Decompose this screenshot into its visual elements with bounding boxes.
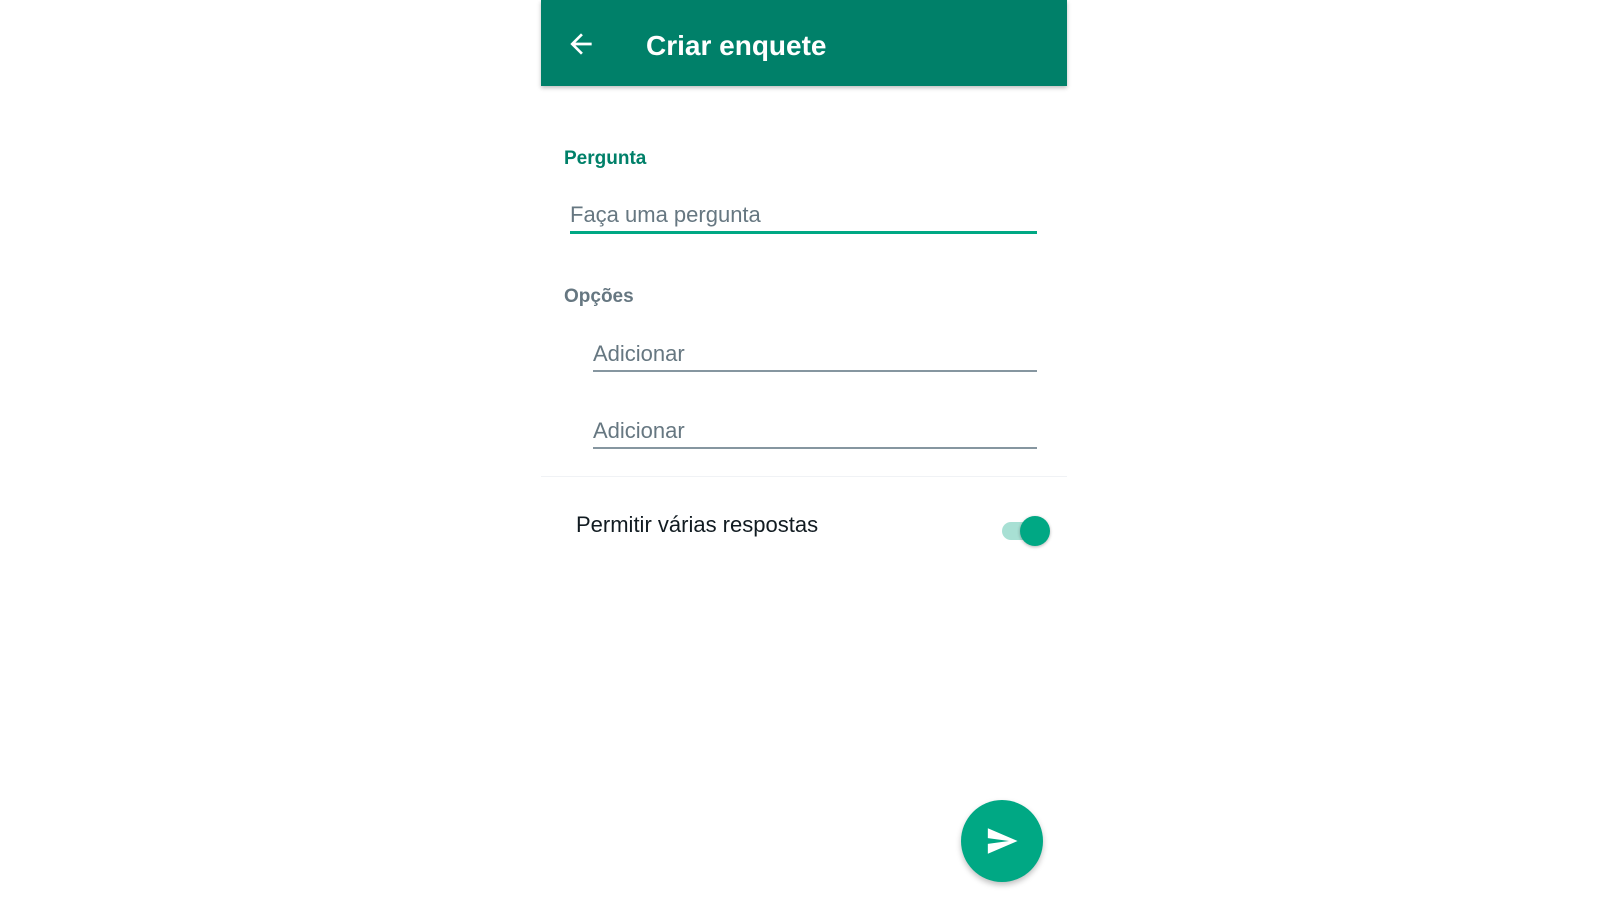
options-label: Opções <box>564 286 634 307</box>
back-button[interactable] <box>565 28 597 60</box>
arrow-left-icon <box>570 33 592 55</box>
divider <box>541 476 1067 477</box>
question-input[interactable] <box>570 199 1037 234</box>
send-icon <box>987 828 1018 854</box>
app-bar: Criar enquete <box>541 0 1067 86</box>
poll-screen: Criar enquete Pergunta Opções Permitir v… <box>541 0 1067 900</box>
option-input-2[interactable] <box>593 415 1037 449</box>
question-label: Pergunta <box>564 148 647 169</box>
send-button[interactable] <box>961 800 1043 882</box>
toggle-thumb <box>1020 516 1050 546</box>
multiple-answers-label: Permitir várias respostas <box>576 512 819 537</box>
option-input-1[interactable] <box>593 338 1037 372</box>
page-title: Criar enquete <box>646 30 827 61</box>
multiple-answers-toggle[interactable] <box>1000 515 1050 546</box>
